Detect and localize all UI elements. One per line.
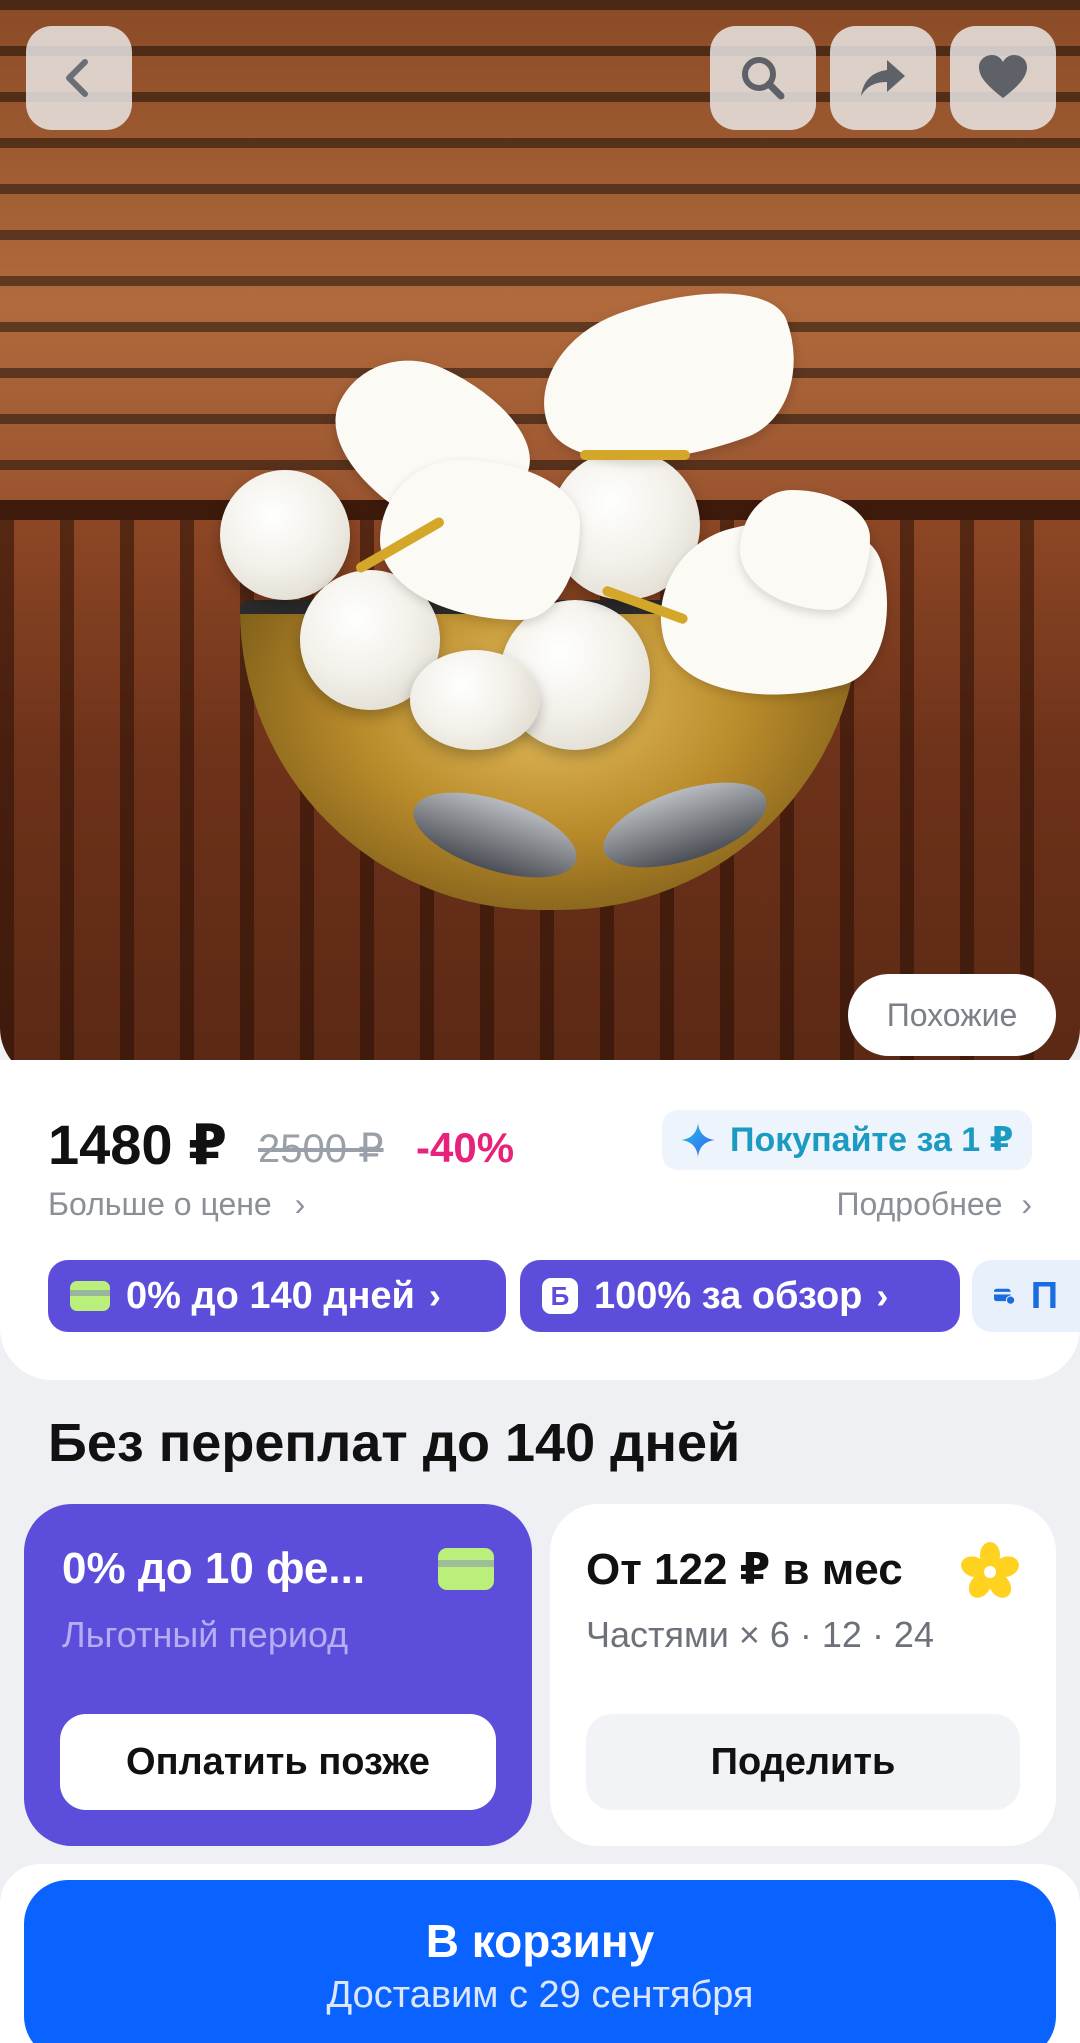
chevron-right-icon: ›: [428, 1275, 441, 1316]
pay-later-button[interactable]: Оплатить позже: [60, 1714, 496, 1810]
search-button[interactable]: [710, 26, 816, 130]
installments-title: Без переплат до 140 дней: [48, 1413, 741, 1473]
photo-gold-tie: [580, 450, 690, 460]
yellow-flower-icon: [961, 1542, 1019, 1598]
b-badge-icon: Б: [542, 1278, 578, 1314]
share-arrow-icon: [861, 60, 905, 96]
pay-later-label: Оплатить позже: [126, 1740, 430, 1783]
share-button[interactable]: [830, 26, 936, 130]
chip-review-bonus[interactable]: Б 100% за обзор ›: [520, 1260, 960, 1332]
grace-period-subtitle: Льготный период: [62, 1614, 349, 1655]
photo-tea-ball: [410, 650, 540, 750]
chevron-left-icon: [66, 59, 88, 97]
split-payment-subtitle: Частями × 6 · 12 · 24: [586, 1614, 934, 1655]
delivery-date-label: Доставим с 29 сентября: [326, 1974, 754, 2016]
details-label: Подробнее: [836, 1186, 1003, 1222]
card-icon: [438, 1548, 494, 1590]
card-clock-icon: [994, 1288, 1015, 1305]
photo-tea-ball: [220, 470, 350, 600]
chip-partial[interactable]: П: [972, 1260, 1080, 1332]
chevron-right-icon: ›: [1021, 1186, 1032, 1222]
card-icon: [70, 1281, 110, 1311]
buy-for-one-ruble-banner[interactable]: Покупайте за 1 ₽: [662, 1110, 1032, 1170]
split-button[interactable]: Поделить: [586, 1714, 1020, 1810]
current-price: 1480 ₽: [48, 1113, 228, 1176]
chip-partial-label: П: [1030, 1274, 1058, 1317]
sparkle-icon: [681, 1123, 715, 1157]
more-about-price-link[interactable]: Больше о цене ›: [48, 1186, 305, 1223]
chip-installment[interactable]: 0% до 140 дней ›: [48, 1260, 506, 1332]
product-photo[interactable]: Похожие: [0, 0, 1080, 1080]
back-button[interactable]: [26, 26, 132, 130]
split-payment-title: От 122 ₽ в мес: [586, 1545, 903, 1594]
more-about-price-label: Больше о цене: [48, 1186, 272, 1222]
old-price: 2500 ₽: [258, 1127, 384, 1171]
chip-installment-label: 0% до 140 дней: [126, 1274, 415, 1317]
discount-badge: -40%: [416, 1124, 515, 1171]
add-to-cart-button[interactable]: В корзину Доставим с 29 сентября: [24, 1880, 1056, 2043]
grace-period-title: 0% до 10 фе...: [62, 1544, 366, 1593]
buy-for-one-label: Покупайте за 1 ₽: [730, 1121, 1014, 1159]
split-button-label: Поделить: [710, 1740, 896, 1783]
chevron-right-icon: ›: [876, 1275, 889, 1316]
favorite-button[interactable]: [950, 26, 1056, 130]
details-link[interactable]: Подробнее ›: [837, 1186, 1033, 1223]
similar-button[interactable]: Похожие: [848, 974, 1056, 1056]
chip-review-bonus-label: 100% за обзор: [594, 1274, 863, 1317]
heart-icon: [979, 55, 1027, 98]
similar-label: Похожие: [886, 996, 1018, 1033]
search-icon: [742, 57, 785, 100]
add-to-cart-label: В корзину: [425, 1915, 655, 1967]
chevron-right-icon: ›: [294, 1186, 306, 1222]
